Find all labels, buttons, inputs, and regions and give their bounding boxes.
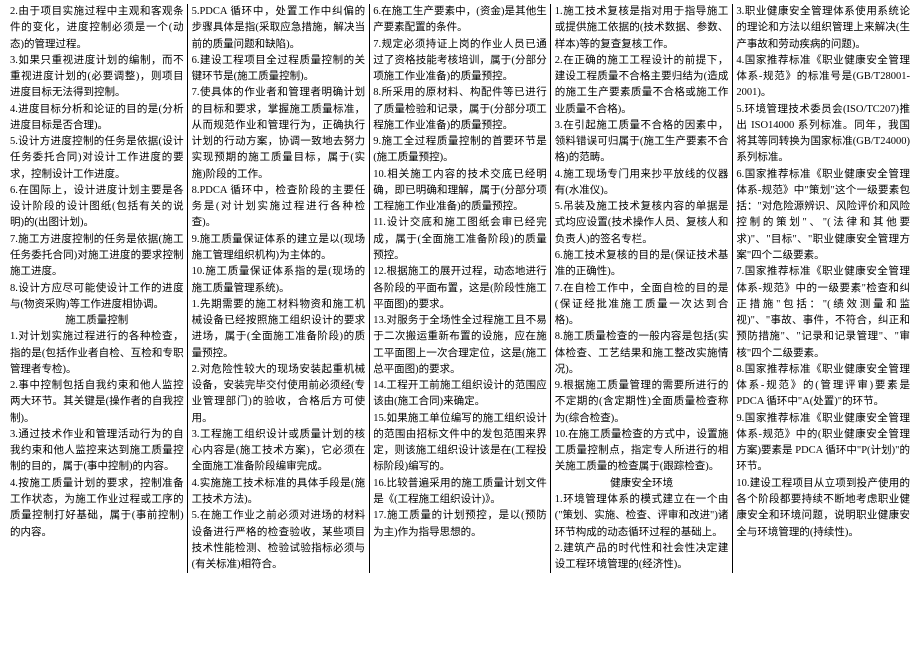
paragraph: 17.施工质量的计划预控，是以(预防为主)作为指导思想的。 — [369, 508, 551, 541]
paragraph: 4.进度目标分析和论证的目的是(分析进度目标是否合理)。 — [6, 102, 188, 135]
paragraph: 7.规定必须持证上岗的作业人员已通过了资格技能考核培训，属于(分部分项施工作业准… — [369, 37, 551, 86]
paragraph: 1.先期需要的施工材料物资和施工机械设备已经按照施工组织设计的要求进场，属于(全… — [188, 297, 370, 362]
paragraph: 10.施工质量保证体系指的是(现场的施工质量管理系统)。 — [188, 264, 370, 297]
paragraph: 5.设计方进度控制的任务是依据(设计任务委托合同)对设计工作进度的要求，控制设计… — [6, 134, 188, 183]
paragraph: 1.对计划实施过程进行的各种检查，指的是(包括作业者自检、互检和专职管理者专检)… — [6, 329, 188, 378]
paragraph: 9.施工质量保证体系的建立是以(现场施工管理组织机构)为主体的。 — [188, 232, 370, 265]
paragraph: 2.建筑产品的时代性和社会性决定建设工程环境管理的(经济性)。 — [551, 541, 733, 574]
paragraph: 2.由于项目实施过程中主观和客观条件的变化，进度控制必须是一个(动态)的管理过程… — [6, 4, 188, 53]
paragraph: 6.国家推荐标准《职业健康安全管理体系-规范》中"策划"这个一级要素包括："对危… — [732, 167, 914, 265]
paragraph: 8.PDCA 循环中，检查阶段的主要任务是(对计划实施过程进行各种检查)。 — [188, 183, 370, 232]
paragraph: 6.施工技术复核的目的是(保证技术基准的正确性)。 — [551, 248, 733, 281]
paragraph: 2.事中控制包括自我约束和他人监控两大环节。其关键是(操作者的自我控制)。 — [6, 378, 188, 427]
paragraph: 9.根据施工质量管理的需要所进行的不定期的(含定期性)全面质量检查称为(综合检查… — [551, 378, 733, 427]
paragraph: 5.在施工作业之前必须对进场的材料设备进行严格的检查验收，某些项目技术性能检测、… — [188, 508, 370, 573]
paragraph: 10.在施工质量检查的方式中，设置施工质量控制点，指定专人所进行的相关施工质量的… — [551, 427, 733, 476]
paragraph: 5.吊装及施工技术复核内容的单据是式均应设置(技术操作人员、复核人和负责人)的签… — [551, 199, 733, 248]
paragraph: 7.使具体的作业者和管理者明确计划的目标和要求，掌握施工质量标准，从而规范作业和… — [188, 85, 370, 183]
paragraph: 9.国家推荐标准《职业健康安全管理体系-规范》中的(职业健康安全管理方案)要素是… — [732, 411, 914, 476]
paragraph: 1.环境管理体系的模式建立在一个由("策划、实施、检查、评审和改进")诸环节构成… — [551, 492, 733, 541]
paragraph: 11.设计交底和施工图纸会审已经完成，属于(全面施工准备阶段)的质量预控。 — [369, 215, 551, 264]
paragraph: 3.通过技术作业和管理活动行为的自我约束和他人监控来达到施工质量控制的目的，属于… — [6, 427, 188, 476]
paragraph: 4.国家推荐标准《职业健康安全管理体系-规范》的标准号是(GB/T28001-2… — [732, 53, 914, 102]
paragraph: 8.设计方应尽可能使设计工作的进度与(物资采购)等工作进度相协调。 — [6, 281, 188, 314]
paragraph: 15.如果施工单位编写的施工组织设计的范围由招标文件中的发包范围来界定，则该施工… — [369, 411, 551, 476]
paragraph: 14.工程开工前施工组织设计的范围应该由(施工合同)来确定。 — [369, 378, 551, 411]
paragraph: 2.对危险性较大的现场安装起重机械设备，安装完毕交付使用前必须经(专业管理部门)… — [188, 362, 370, 427]
paragraph: 9.施工全过程质量控制的首要环节是(施工质量预控)。 — [369, 134, 551, 167]
paragraph: 3.工程施工组织设计或质量计划的核心内容是(施工技术方案)，它必须在全面施工准备… — [188, 427, 370, 476]
paragraph: 4.施工现场专门用来抄平放线的仪器有(水准仪)。 — [551, 167, 733, 200]
paragraph: 2.在正确的施工工程设计的前提下，建设工程质量不合格主要归结为(造成的施工生产要… — [551, 53, 733, 118]
paragraph: 6.建设工程项目全过程质量控制的关键环节是(施工质量控制)。 — [188, 53, 370, 86]
paragraph: 6.在施工生产要素中，(资金)是其他生产要素配置的条件。 — [369, 4, 551, 37]
paragraph: 7.在自检工作中，全面自检的目的是(保证经批准施工质量一次达到合格)。 — [551, 281, 733, 330]
paragraph: 13.对服务于全场性全过程施工且不易于二次搬运重新布置的设施，应在施工平面图上一… — [369, 313, 551, 378]
paragraph: 8.国家推荐标准《职业健康安全管理体系-规范》的(管理评审)要素是 PDCA 循… — [732, 362, 914, 411]
paragraph: 8.所采用的原材料、构配件等已进行了质量检验和记录，属于(分部分项工程施工作业准… — [369, 85, 551, 134]
paragraph: 12.根据施工的展开过程，动态地进行各阶段的平面布置，这是(阶段性施工平面图)的… — [369, 264, 551, 313]
paragraph: 7.国家推荐标准《职业健康安全管理体系-规范》中的一级要素"检查和纠正措施"包括… — [732, 264, 914, 362]
paragraph: 4.实施施工技术标准的具体手段是(施工技术方法)。 — [188, 476, 370, 509]
paragraph: 1.施工技术复核是指对用于指导施工或提供施工依据的(技术数据、参数、样本)等的复… — [551, 4, 733, 53]
paragraph: 10.相关施工内容的技术交底已经明确，即已明确和理解，属于(分部分项工程施工作业… — [369, 167, 551, 216]
paragraph: 7.施工方进度控制的任务是依据(施工任务委托合同)对施工进度的要求控制施工进度。 — [6, 232, 188, 281]
paragraph: 4.按施工质量计划的要求，控制准备工作状态，为施工作业过程或工序的质量控制打好基… — [6, 476, 188, 541]
paragraph: 3.如果只重视进度计划的编制，而不重视进度计划的(必要调整)，则项目进度目标无法… — [6, 53, 188, 102]
paragraph: 10.建设工程项目从立项到投产使用的各个阶段都要持续不断地考虑职业健康安全和环境… — [732, 476, 914, 541]
section-heading: 健康安全环境 — [551, 476, 733, 492]
paragraph: 3.在引起施工质量不合格的因素中，领料错误可归属于(施工生产要素不合格)的范畴。 — [551, 118, 733, 167]
paragraph: 16.比较普遍采用的施工质量计划文件是《(工程施工组织设计)》。 — [369, 476, 551, 509]
document-columns: 2.由于项目实施过程中主观和客观条件的变化，进度控制必须是一个(动态)的管理过程… — [6, 4, 914, 573]
paragraph: 8.施工质量检查的一般内容是包括(实体检查、工艺结果和施工整改实施情况)。 — [551, 329, 733, 378]
section-heading: 施工质量控制 — [6, 313, 188, 329]
paragraph: 6.在国际上，设计进度计划主要是各设计阶段的设计图纸(包括有关的说明)的(出图计… — [6, 183, 188, 232]
paragraph: 5.PDCA 循环中，处置工作中纠偏的步骤具体是指(采取应急措施，解决当前的质量… — [188, 4, 370, 53]
paragraph: 3.职业健康安全管理体系使用系统论的理论和方法以组织管理上来解决(生产事故和劳动… — [732, 4, 914, 53]
paragraph: 5.环境管理技术委员会(ISO/TC207)推出 ISO14000 系列标准。同… — [732, 102, 914, 167]
